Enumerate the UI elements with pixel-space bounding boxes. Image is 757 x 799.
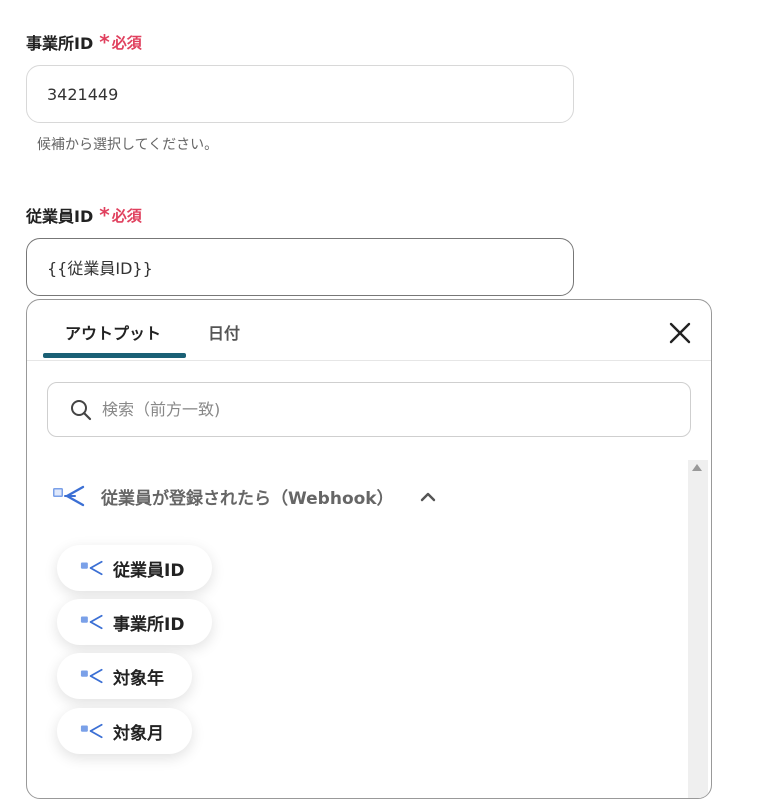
tab-output[interactable]: アウトプット — [65, 320, 161, 344]
search-icon — [71, 399, 92, 420]
active-tab-indicator — [43, 353, 186, 358]
output-item-target-year[interactable]: 対象年 — [57, 653, 192, 699]
output-item-label: 対象年 — [113, 668, 164, 689]
employee-id-input[interactable]: {{従業員ID}} — [26, 238, 574, 296]
trigger-group-header[interactable]: 従業員が登録されたら（Webhook） — [51, 483, 436, 509]
search-input[interactable] — [100, 399, 624, 420]
required-badge: * 必須 — [99, 32, 141, 53]
office-id-input[interactable]: 3421449 — [26, 65, 574, 123]
office-id-label-text: 事業所ID — [26, 34, 94, 53]
app-icon — [80, 668, 103, 684]
app-icon — [80, 614, 103, 630]
output-item-employee-id[interactable]: 従業員ID — [57, 545, 213, 591]
required-asterisk: * — [99, 203, 110, 227]
output-item-label: 従業員ID — [113, 560, 185, 581]
scrollbar[interactable] — [688, 460, 708, 798]
output-item-office-id[interactable]: 事業所ID — [57, 599, 213, 645]
office-id-label: 事業所ID * 必須 — [26, 30, 142, 54]
app-icon — [80, 560, 103, 576]
trigger-group-title: 従業員が登録されたら（Webhook） — [101, 488, 394, 509]
close-button[interactable] — [667, 320, 693, 346]
required-asterisk: * — [99, 30, 110, 54]
output-item-target-month[interactable]: 対象月 — [57, 708, 192, 754]
search-box[interactable] — [47, 382, 691, 437]
tab-bar: アウトプット 日付 — [27, 300, 711, 361]
scroll-up-arrow-icon[interactable] — [692, 464, 702, 471]
app-icon — [53, 485, 85, 507]
office-id-hint: 候補から選択してください。 — [37, 137, 219, 153]
required-badge: * 必須 — [99, 205, 141, 226]
employee-id-label: 従業員ID * 必須 — [26, 203, 142, 227]
office-id-value: 3421449 — [47, 84, 119, 104]
required-text: 必須 — [111, 33, 142, 52]
employee-id-label-text: 従業員ID — [26, 207, 94, 226]
app-icon — [80, 723, 103, 739]
variable-picker-panel: アウトプット 日付 従業員が登録されたら（Webhook） — [26, 299, 712, 799]
output-item-label: 対象月 — [113, 723, 164, 744]
chevron-up-icon[interactable] — [420, 490, 436, 502]
close-icon — [669, 322, 691, 344]
required-text: 必須 — [111, 206, 142, 225]
tab-date[interactable]: 日付 — [208, 320, 240, 344]
output-item-label: 事業所ID — [113, 614, 185, 635]
employee-id-value: {{従業員ID}} — [47, 259, 153, 278]
